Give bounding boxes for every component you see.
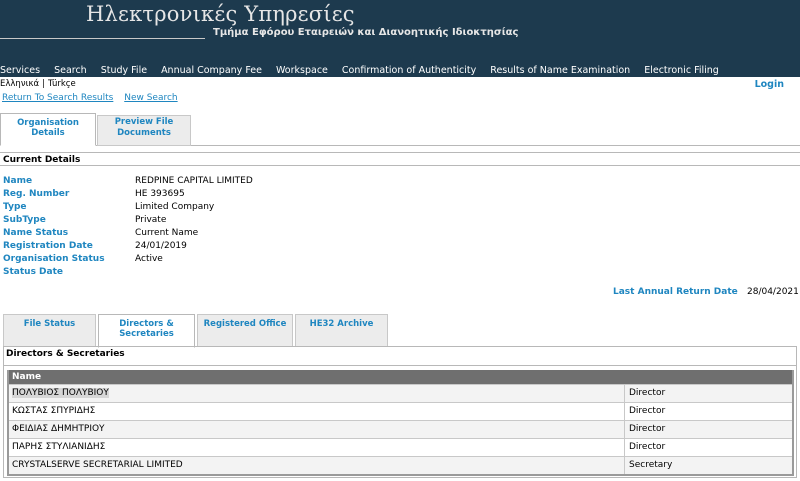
director-role: Secretary [629,460,673,470]
main-nav: Services Search Study File Annual Compan… [0,65,733,77]
tab-organisation-details[interactable]: Organisation Details [0,113,96,146]
director-role: Director [629,388,666,398]
field-label: Reg. Number [3,189,70,199]
column-header-name[interactable]: Name [9,370,792,384]
current-details-heading: Current Details [0,152,800,166]
tab-he32-archive[interactable]: HE32 Archive [295,314,388,347]
lang-separator: | [42,79,45,89]
table-row[interactable]: ΠΑΡΗΣ ΣΤΥΛΙΑΝΙΔΗΣ Director [9,438,792,456]
nav-workspace[interactable]: Workspace [276,65,328,77]
field-label: Name [3,176,33,186]
field-value: Limited Company [135,202,215,212]
tab-preview-line2: Documents [117,128,171,138]
tab-directors-secretaries[interactable]: Directors & Secretaries [98,314,195,348]
tab-file-status[interactable]: File Status [3,314,96,347]
nav-confirmation-authenticity[interactable]: Confirmation of Authenticity [342,65,476,77]
nav-electronic-filing[interactable]: Electronic Filing [644,65,719,77]
field-value: REDPINE CAPITAL LIMITED [135,176,253,186]
return-to-search-link[interactable]: Return To Search Results [2,93,113,103]
nav-results-name-examination[interactable]: Results of Name Examination [490,65,630,77]
new-search-link[interactable]: New Search [124,93,177,103]
director-name: ΚΩΣΤΑΣ ΣΠΥΡΙΔΗΣ [9,403,625,420]
detail-tabs: File Status Directors & Secretaries Regi… [3,314,797,348]
last-annual-return-label: Last Annual Return Date [613,287,738,297]
table-row[interactable]: CRYSTALSERVE SECRETARIAL LIMITED Secreta… [9,456,792,474]
site-subtitle: Τμήμα Εφόρου Εταιρειών και Διανοητικής Ι… [213,27,519,38]
field-label: SubType [3,215,46,225]
login-link[interactable]: Login [755,79,784,90]
field-value: Private [135,215,167,225]
director-role: Director [629,406,666,416]
site-title: Ηλεκτρονικές Υπηρεσίες [86,2,355,26]
director-name: ΠΟΛΥΒΙΟΣ ΠΟΛΥΒΙΟΥ [12,388,109,398]
field-label: Type [3,202,27,212]
table-row[interactable]: ΚΩΣΤΑΣ ΣΠΥΡΙΔΗΣ Director [9,402,792,420]
director-name: ΠΑΡΗΣ ΣΤΥΛΙΑΝΙΔΗΣ [9,439,625,456]
field-label: Name Status [3,228,69,238]
director-role: Director [629,442,666,452]
tab-preview-file-documents[interactable]: Preview File Documents [97,115,191,146]
director-name: CRYSTALSERVE SECRETARIAL LIMITED [9,457,625,474]
director-role: Director [629,424,666,434]
tab-preview-line1: Preview File [114,117,174,127]
header-divider [0,38,205,39]
tab-registered-office[interactable]: Registered Office [197,314,293,347]
director-name: ΦΕΙΔΙΑΣ ΔΗΜΗΤΡΙΟΥ [9,421,625,438]
lang-greek[interactable]: Ελληνικά [0,79,39,89]
directors-heading: Directors & Secretaries [6,349,125,359]
nav-annual-company-fee[interactable]: Annual Company Fee [161,65,262,77]
director-name-cell: ΠΟΛΥΒΙΟΣ ΠΟΛΥΒΙΟΥ [9,385,625,402]
field-value: 24/01/2019 [135,241,187,251]
table-row[interactable]: ΦΕΙΔΙΑΣ ΔΗΜΗΤΡΙΟΥ Director [9,420,792,438]
field-label: Organisation Status [3,254,105,264]
field-value: HE 393695 [135,189,185,199]
nav-study-file[interactable]: Study File [101,65,147,77]
lang-turkish[interactable]: Türkçe [48,79,76,89]
field-value: Current Name [135,228,199,238]
organisation-tabs: Organisation Details Preview File Docume… [0,113,800,146]
directors-table: Name ΠΟΛΥΒΙΟΣ ΠΟΛΥΒΙΟΥ Director ΚΩΣΤΑΣ Σ… [7,370,794,476]
language-switcher: Ελληνικά | Türkçe [0,79,76,89]
site-header: Ηλεκτρονικές Υπηρεσίες Τμήμα Εφόρου Εται… [0,0,800,77]
field-label: Status Date [3,267,64,277]
table-row[interactable]: ΠΟΛΥΒΙΟΣ ΠΟΛΥΒΙΟΥ Director [9,384,792,402]
directors-panel: Directors & Secretaries Name ΠΟΛΥΒΙΟΣ ΠΟ… [3,346,797,478]
directors-divider [4,365,796,366]
field-value: Active [135,254,163,264]
search-links: Return To Search Results New Search [2,93,186,103]
nav-services[interactable]: Services [0,65,40,77]
field-label: Registration Date [3,241,93,251]
last-annual-return-value: 28/04/2021 [747,287,799,297]
nav-search[interactable]: Search [54,65,87,77]
